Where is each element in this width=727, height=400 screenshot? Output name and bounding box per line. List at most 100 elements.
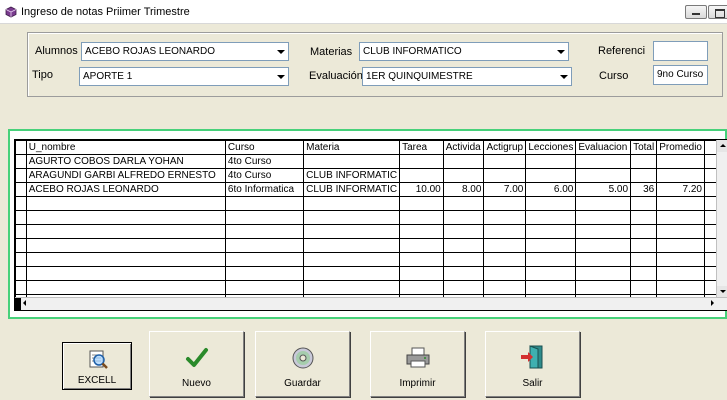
table-cell[interactable]: [224, 280, 305, 295]
table-cell[interactable]: 10.00: [399, 182, 444, 197]
table-cell[interactable]: [630, 154, 658, 169]
table-cell[interactable]: [656, 266, 705, 281]
table-cell[interactable]: 8.00: [442, 182, 485, 197]
chevron-down-icon[interactable]: [557, 68, 571, 85]
table-cell[interactable]: [25, 266, 226, 281]
guardar-button[interactable]: Guardar: [255, 331, 350, 397]
scroll-up-icon[interactable]: [717, 140, 727, 152]
table-cell[interactable]: AGURTO COBOS DARLA YOHAN: [25, 154, 226, 169]
table-cell[interactable]: [303, 238, 401, 253]
horizontal-scrollbar[interactable]: [15, 297, 727, 310]
table-cell[interactable]: [575, 196, 632, 211]
materias-select[interactable]: CLUB INFORMATICO: [359, 42, 569, 61]
table-cell[interactable]: [630, 238, 658, 253]
table-cell[interactable]: [575, 238, 632, 253]
alumnos-select[interactable]: ACEBO ROJAS LEONARDO: [81, 42, 289, 61]
table-cell[interactable]: [399, 196, 444, 211]
table-cell[interactable]: [630, 252, 658, 267]
table-cell[interactable]: [224, 196, 305, 211]
table-cell[interactable]: [525, 224, 577, 239]
table-cell[interactable]: [303, 154, 401, 169]
curso-input[interactable]: 9no Curso: [653, 65, 708, 85]
table-cell[interactable]: [575, 252, 632, 267]
table-cell[interactable]: [483, 252, 527, 267]
table-cell[interactable]: [399, 168, 444, 183]
table-cell[interactable]: [656, 224, 705, 239]
table-cell[interactable]: [483, 238, 527, 253]
table-cell[interactable]: [25, 210, 226, 225]
table-cell[interactable]: [399, 266, 444, 281]
excel-button[interactable]: EXCELL: [62, 342, 132, 390]
table-cell[interactable]: [525, 196, 577, 211]
table-cell[interactable]: CLUB INFORMATIC: [303, 182, 401, 197]
row-selector[interactable]: [15, 182, 27, 197]
table-cell[interactable]: [630, 266, 658, 281]
table-cell[interactable]: [525, 252, 577, 267]
imprimir-button[interactable]: Imprimir: [370, 331, 465, 397]
table-cell[interactable]: [656, 196, 705, 211]
chevron-down-icon[interactable]: [274, 43, 288, 60]
table-cell[interactable]: ARAGUNDI GARBI ALFREDO ERNESTO: [25, 168, 226, 183]
table-cell[interactable]: [399, 154, 444, 169]
table-cell[interactable]: [656, 168, 705, 183]
table-cell[interactable]: [442, 266, 485, 281]
vertical-scrollbar[interactable]: [716, 140, 727, 298]
table-cell[interactable]: [656, 210, 705, 225]
table-cell[interactable]: [25, 224, 226, 239]
maximize-button[interactable]: [708, 5, 727, 19]
table-cell[interactable]: [303, 224, 401, 239]
column-header[interactable]: Evaluacion: [575, 140, 632, 155]
table-cell[interactable]: [630, 196, 658, 211]
column-header[interactable]: Lecciones: [525, 140, 577, 155]
table-row[interactable]: ACEBO ROJAS LEONARDO 6to Informatica CLUB …: [15, 182, 727, 197]
table-cell[interactable]: [656, 252, 705, 267]
table-cell[interactable]: [630, 224, 658, 239]
table-row[interactable]: [15, 196, 727, 211]
row-selector[interactable]: [15, 224, 27, 239]
minimize-button[interactable]: [685, 5, 707, 19]
table-cell[interactable]: [483, 210, 527, 225]
table-cell[interactable]: [630, 280, 658, 295]
table-cell[interactable]: [399, 238, 444, 253]
table-cell[interactable]: [630, 168, 658, 183]
row-selector[interactable]: [15, 168, 27, 183]
table-cell[interactable]: [224, 252, 305, 267]
table-cell[interactable]: [575, 168, 632, 183]
table-cell[interactable]: [656, 280, 705, 295]
table-cell[interactable]: [525, 280, 577, 295]
table-cell[interactable]: 4to Curso: [224, 168, 305, 183]
table-cell[interactable]: 7.20: [656, 182, 705, 197]
table-cell[interactable]: 7.00: [483, 182, 527, 197]
table-row[interactable]: [15, 210, 727, 225]
table-row[interactable]: [15, 238, 727, 253]
table-cell[interactable]: [442, 154, 485, 169]
table-row[interactable]: AGURTO COBOS DARLA YOHAN 4to Curso: [15, 154, 727, 169]
table-cell[interactable]: [656, 154, 705, 169]
table-cell[interactable]: [575, 154, 632, 169]
table-cell[interactable]: [483, 196, 527, 211]
table-cell[interactable]: [399, 280, 444, 295]
column-header[interactable]: Curso: [224, 140, 305, 155]
table-cell[interactable]: [303, 252, 401, 267]
table-cell[interactable]: 6.00: [525, 182, 577, 197]
table-cell[interactable]: [303, 266, 401, 281]
table-cell[interactable]: [442, 252, 485, 267]
table-cell[interactable]: [442, 238, 485, 253]
table-cell[interactable]: [483, 266, 527, 281]
row-selector[interactable]: [15, 252, 27, 267]
table-cell[interactable]: [224, 266, 305, 281]
table-cell[interactable]: [483, 168, 527, 183]
table-cell[interactable]: [575, 280, 632, 295]
table-cell[interactable]: [399, 252, 444, 267]
column-header[interactable]: Actigrup: [483, 140, 527, 155]
row-selector[interactable]: [15, 154, 27, 169]
table-cell[interactable]: 6to Informatica: [224, 182, 305, 197]
evaluacion-select[interactable]: 1ER QUINQUIMESTRE: [362, 67, 572, 86]
table-cell[interactable]: ACEBO ROJAS LEONARDO: [25, 182, 226, 197]
table-cell[interactable]: [525, 168, 577, 183]
table-row[interactable]: [15, 252, 727, 267]
column-header[interactable]: Materia: [303, 140, 401, 155]
table-cell[interactable]: [303, 280, 401, 295]
row-selector[interactable]: [15, 196, 27, 211]
scroll-right-icon[interactable]: [711, 300, 714, 306]
